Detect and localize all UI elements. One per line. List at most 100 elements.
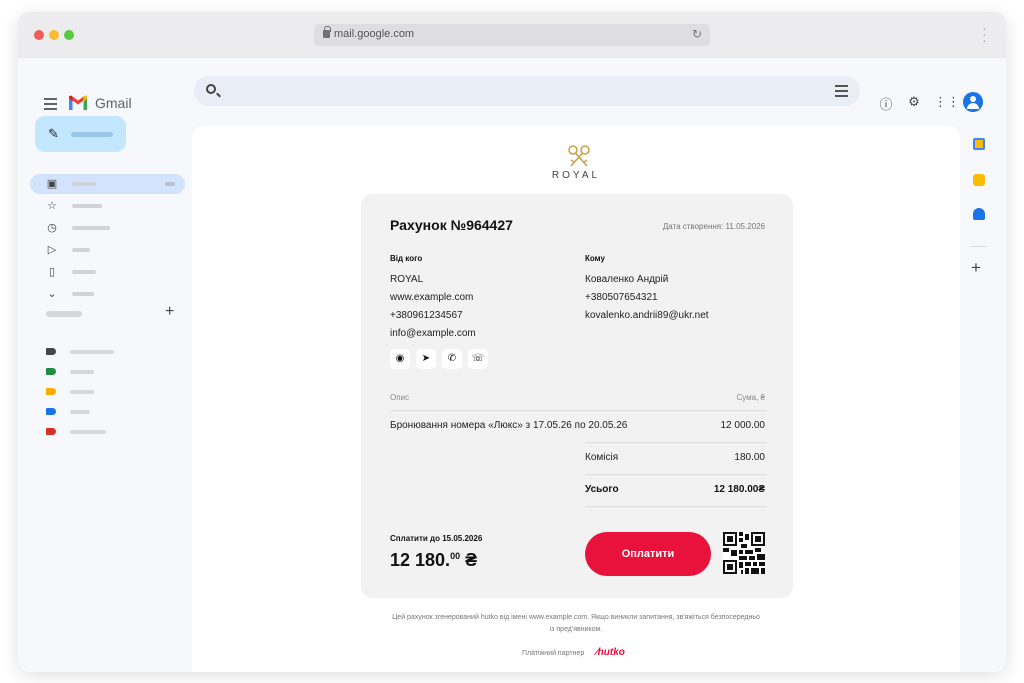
sidebar-item-starred[interactable]: ☆ [30, 196, 185, 216]
label-tag-icon [46, 388, 56, 395]
sidebar-item-sent[interactable]: ▷ [30, 240, 185, 260]
whatsapp-icon[interactable]: ✆ [442, 349, 462, 369]
sidebar-item-snoozed[interactable]: ◷ [30, 218, 185, 238]
sidebar-label[interactable] [46, 346, 166, 358]
telegram-icon[interactable]: ➤ [416, 349, 436, 369]
gmail-wordmark: Gmail [95, 95, 132, 111]
qr-code-icon[interactable] [723, 532, 765, 574]
compose-button[interactable]: ✎ [35, 116, 126, 152]
lock-icon [323, 26, 331, 38]
to-email: kovalenko.andrii89@ukr.net [585, 310, 709, 321]
nav-count-placeholder [165, 182, 175, 186]
browser-titlebar: mail.google.com ↻ · · · [18, 12, 1006, 58]
nav-label-placeholder [72, 204, 102, 208]
search-options-icon[interactable] [835, 85, 848, 100]
total-sum: 12 180.00₴ [713, 484, 765, 495]
reload-icon[interactable]: ↻ [692, 27, 702, 41]
viber-icon[interactable]: ☏ [468, 349, 488, 369]
pay-button[interactable]: Оплатити [585, 532, 711, 576]
from-website-link[interactable]: www.example.com [390, 292, 473, 303]
label-name-placeholder [70, 370, 94, 374]
brand-name: ROYAL [551, 170, 601, 181]
royal-keys-logo-icon [568, 145, 590, 167]
inbox-icon: ▣ [46, 178, 58, 190]
due-amount-dec: 00 [450, 551, 461, 561]
label-name-placeholder [70, 410, 90, 414]
maximize-window-button[interactable] [64, 30, 74, 40]
send-icon: ▷ [47, 244, 57, 256]
add-addon-icon[interactable]: + [971, 258, 981, 278]
sidebar-item-more[interactable]: ⌄ [30, 284, 185, 304]
item-sum: 12 000.00 [720, 420, 766, 431]
clock-icon: ◷ [47, 222, 57, 234]
gmail-logo-icon [69, 95, 87, 110]
help-icon[interactable]: ⓘ [878, 94, 894, 113]
table-divider [390, 410, 767, 411]
label-tag-icon [46, 428, 56, 435]
messenger-icon[interactable]: ◉ [390, 349, 410, 369]
to-heading: Кому [585, 254, 605, 263]
side-panel-divider [971, 246, 987, 247]
invoice-card: Рахунок №964427 Дата створення: 11.05.20… [361, 194, 793, 598]
contacts-icon[interactable] [973, 208, 985, 220]
url-text: mail.google.com [334, 28, 415, 40]
from-phone[interactable]: +380961234567 [390, 310, 463, 321]
column-description: Опис [390, 393, 410, 402]
table-divider [585, 442, 767, 443]
sidebar-item-drafts[interactable]: ▯ [30, 262, 185, 282]
total-label: Усього [585, 484, 619, 495]
footer-note: Цей рахунок згенерований hutko від імені… [392, 614, 760, 633]
fee-label: Комісія [585, 452, 619, 463]
email-body: ROYAL Рахунок №964427 Дата створення: 11… [192, 126, 960, 672]
to-phone: +380507654321 [585, 292, 658, 303]
gear-icon[interactable]: ⚙ [906, 94, 922, 110]
file-icon: ▯ [48, 266, 56, 278]
main-menu-icon[interactable] [44, 98, 57, 113]
star-icon: ☆ [47, 200, 57, 212]
table-divider [585, 506, 767, 507]
close-window-button[interactable] [34, 30, 44, 40]
keep-icon[interactable] [973, 174, 985, 186]
sidebar-label[interactable] [46, 406, 166, 418]
pencil-icon: ✎ [48, 126, 59, 141]
add-label-icon[interactable]: + [165, 303, 174, 321]
due-date-label: Сплатити до 15.05.2026 [390, 534, 483, 543]
address-bar[interactable]: mail.google.com ↻ [314, 24, 710, 46]
to-name: Коваленко Андрій [585, 274, 669, 285]
invoice-date: Дата створення: 11.05.2026 [662, 222, 765, 231]
invoice-title: Рахунок №964427 [390, 217, 513, 233]
sidebar-label[interactable] [46, 366, 166, 378]
nav-label-placeholder [72, 270, 96, 274]
table-divider [585, 474, 767, 475]
from-heading: Від кого [390, 254, 423, 263]
sidebar-item-inbox[interactable]: ▣ [30, 174, 185, 194]
sidebar-label[interactable] [46, 386, 166, 398]
apps-icon[interactable]: ⋮⋮⋮ [934, 94, 973, 110]
search-icon[interactable] [206, 84, 216, 94]
minimize-window-button[interactable] [49, 30, 59, 40]
labels-heading-placeholder [46, 311, 82, 317]
browser-menu-icon[interactable]: · · · [982, 21, 987, 47]
nav-label-placeholder [72, 182, 96, 186]
column-sum: Сума, ₴ [736, 393, 765, 402]
calendar-icon[interactable] [973, 138, 985, 150]
label-name-placeholder [70, 390, 94, 394]
gmail-app: Gmail ✎ ▣ ☆ ◷ ▷ ▯ ⌄ + ⓘ ⚙ ⋮⋮⋮ + ROYAL Ра… [18, 58, 1006, 672]
chevron-down-icon: ⌄ [47, 288, 57, 300]
from-email-link[interactable]: info@example.com [390, 328, 476, 339]
item-description: Бронювання номера «Люкс» з 17.05.26 по 2… [390, 420, 628, 431]
partner-name: hutko [597, 647, 625, 658]
search-input[interactable] [194, 76, 860, 106]
avatar[interactable] [963, 92, 983, 112]
label-tag-icon [46, 368, 56, 375]
due-amount: 12 180.00 ₴ [390, 550, 477, 571]
due-amount-currency: ₴ [465, 550, 478, 570]
label-name-placeholder [70, 430, 106, 434]
nav-label-placeholder [72, 226, 110, 230]
from-name: ROYAL [390, 274, 424, 285]
label-name-placeholder [70, 350, 114, 354]
due-amount-int: 12 180. [390, 550, 451, 570]
nav-label-placeholder [72, 292, 94, 296]
compose-label-placeholder [71, 132, 113, 137]
sidebar-label[interactable] [46, 426, 166, 438]
